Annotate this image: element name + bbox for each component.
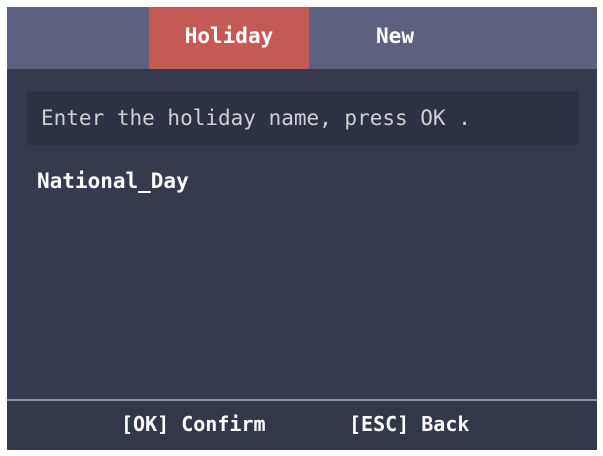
confirm-button[interactable]: [OK] Confirm	[121, 401, 266, 448]
back-button[interactable]: [ESC] Back	[349, 401, 469, 448]
instruction-prompt: Enter the holiday name, press OK .	[27, 91, 579, 145]
tab-bar: Holiday New	[7, 7, 597, 69]
holiday-name-input[interactable]: National_Day	[37, 169, 189, 193]
tab-new[interactable]: New	[325, 7, 465, 69]
tab-holiday[interactable]: Holiday	[149, 7, 309, 69]
device-screen: Holiday New Enter the holiday name, pres…	[7, 7, 597, 450]
footer-bar: [OK] Confirm [ESC] Back	[7, 399, 597, 450]
